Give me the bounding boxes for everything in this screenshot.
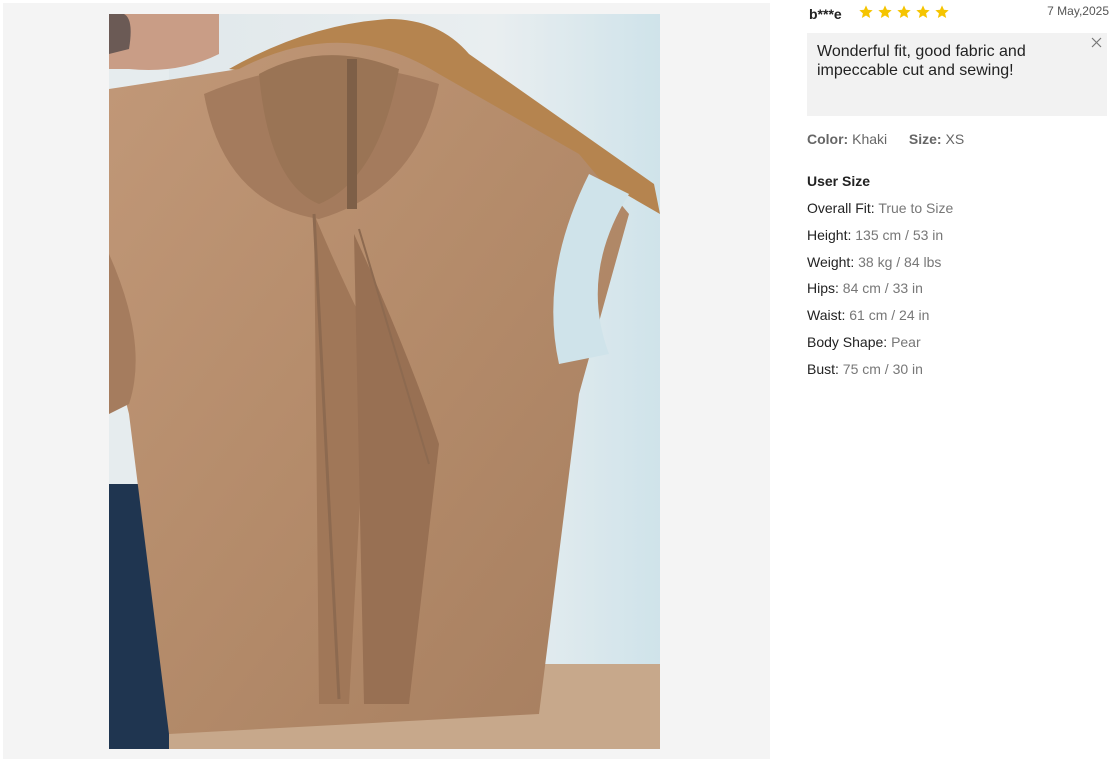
size-row-value: 75 cm / 30 in — [842, 360, 923, 377]
garment-illustration — [109, 14, 660, 749]
size-row-label: Height: — [807, 226, 852, 243]
size-row-value: 84 cm / 33 in — [842, 280, 923, 297]
size-row-value: 38 kg / 84 lbs — [858, 253, 942, 270]
review-details-panel: b***e 7 May,2025 Wonderful fit, good fab… — [807, 0, 1109, 762]
reviewer-name: b***e — [809, 6, 842, 22]
review-photo[interactable] — [109, 14, 660, 749]
size-row-label: Body Shape: — [807, 333, 888, 350]
review-text: Wonderful fit, good fabric and impeccabl… — [817, 43, 1026, 79]
purchased-variant: Color: Khaki Size: XS — [807, 131, 964, 147]
review-date: 7 May,2025 — [1047, 4, 1109, 18]
size-row-body-shape: Body Shape: Pear — [807, 334, 953, 361]
size-row-label: Waist: — [807, 307, 846, 324]
close-icon — [1091, 37, 1101, 47]
size-label: Size: — [908, 131, 942, 147]
size-row-value: Pear — [891, 333, 921, 350]
size-value: XS — [945, 131, 965, 147]
size-row-bust: Bust: 75 cm / 30 in — [807, 361, 953, 388]
star-icon — [916, 5, 930, 18]
star-icon — [897, 5, 911, 18]
size-row-label: Hips: — [807, 280, 839, 297]
star-rating — [858, 4, 950, 20]
star-icon — [878, 5, 892, 18]
review-content-box: Wonderful fit, good fabric and impeccabl… — [807, 33, 1107, 116]
star-icon — [935, 5, 949, 18]
color-label: Color: — [807, 131, 849, 147]
close-button[interactable] — [1089, 35, 1103, 49]
size-row-value: True to Size — [878, 200, 954, 216]
size-row-label: Overall Fit: — [807, 200, 875, 216]
size-row-label: Bust: — [807, 360, 839, 377]
size-row-waist: Waist: 61 cm / 24 in — [807, 307, 953, 334]
size-row-overall-fit: Overall Fit: True to Size — [807, 200, 953, 227]
size-row-label: Weight: — [807, 253, 855, 270]
size-row-weight: Weight: 38 kg / 84 lbs — [807, 254, 953, 281]
review-photo-viewer — [3, 3, 770, 759]
star-icon — [859, 5, 873, 18]
size-row-value: 61 cm / 24 in — [849, 307, 930, 324]
size-row-height: Height: 135 cm / 53 in — [807, 227, 953, 254]
size-row-hips: Hips: 84 cm / 33 in — [807, 280, 953, 307]
user-size-title: User Size — [807, 173, 871, 189]
user-size-list: Overall Fit: True to Size Height: 135 cm… — [807, 200, 953, 388]
color-value: Khaki — [852, 131, 888, 147]
size-row-value: 135 cm / 53 in — [855, 226, 944, 243]
